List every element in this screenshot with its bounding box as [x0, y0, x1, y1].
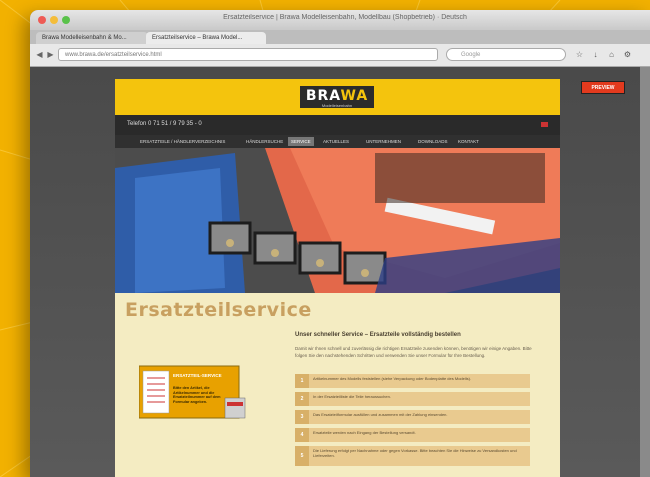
section-heading: Unser schneller Service – Ersatzteile vo… — [295, 332, 461, 338]
step-text: In der Ersatzteilliste die Teile herauss… — [313, 394, 391, 399]
bookmark-icon[interactable]: ☆ — [574, 49, 585, 60]
step-text: Ersatzteile werden nach Eingang der Best… — [313, 430, 416, 435]
nav-item-kontakt[interactable]: KONTAKT — [455, 137, 482, 146]
logo-main: BRA — [305, 88, 341, 104]
language-flag-icon[interactable] — [541, 122, 548, 127]
hero-image — [115, 148, 560, 293]
step-text: Artikelnummer des Modells feststellen (s… — [313, 376, 472, 381]
step-number: 3 — [295, 410, 309, 424]
zoom-window-button[interactable] — [62, 16, 70, 24]
step-row: 4 Ersatzteile werden nach Eingang der Be… — [295, 428, 530, 442]
minimize-window-button[interactable] — [50, 16, 58, 24]
step-number: 1 — [295, 374, 309, 388]
logo-tagline: Modelleisenbahn — [321, 103, 353, 108]
step-number: 4 — [295, 428, 309, 442]
tab-ersatzteilservice[interactable]: Ersatzteilservice – Brawa Model... — [146, 32, 266, 44]
contact-strip: Telefon 0 71 51 / 9 79 35 - 0 — [115, 115, 560, 135]
step-number: 2 — [295, 392, 309, 406]
page-title: Ersatzteilservice — [125, 299, 312, 321]
spare-parts-promo-graphic[interactable]: ERSATZTEIL-SERVICE Bitte den Artikel, di… — [138, 364, 249, 424]
intro-text: Damit wir Ihnen schnell und zuverlässig … — [295, 346, 532, 358]
settings-icon[interactable]: ⚙ — [622, 49, 633, 60]
web-page: BRAWA Modelleisenbahn Telefon 0 71 51 / … — [115, 79, 560, 477]
browser-viewport: BRAWA Modelleisenbahn Telefon 0 71 51 / … — [30, 67, 650, 477]
step-text: Die Lieferung erfolgt per Nachnahme oder… — [313, 448, 517, 458]
logo-wordmark: BRAWA — [300, 88, 374, 104]
window-titlebar: Ersatzteilservice | Brawa Modelleisenbah… — [30, 10, 650, 30]
nav-item-haendlersuche[interactable]: HÄNDLERSUCHE — [243, 137, 286, 146]
search-input[interactable]: Google — [446, 48, 566, 61]
step-row: 5 Die Lieferung erfolgt per Nachnahme od… — [295, 446, 530, 466]
step-row: 3 Das Ersatzteilformular ausfüllen und z… — [295, 410, 530, 424]
preview-button[interactable]: PREVIEW — [581, 81, 625, 94]
address-bar[interactable]: www.brawa.de/ersatzteilservice.html — [58, 48, 438, 61]
forward-arrow-icon[interactable]: ▶ — [45, 49, 56, 60]
vertical-scrollbar[interactable] — [640, 67, 650, 477]
back-arrow-icon[interactable]: ◀ — [34, 49, 45, 60]
phone-number: Telefon 0 71 51 / 9 79 35 - 0 — [127, 121, 202, 127]
promo-text: Bitte den Artikel, die Artikelnummer und… — [173, 386, 221, 404]
step-row: 1 Artikelnummer des Modells feststellen … — [295, 374, 530, 388]
logo-accent: WA — [340, 88, 369, 104]
step-text: Das Ersatzteilformular ausfüllen und zus… — [313, 412, 448, 417]
download-icon[interactable]: ↓ — [590, 49, 601, 60]
browser-toolbar: ◀ ▶ www.brawa.de/ersatzteilservice.html … — [30, 44, 650, 67]
home-icon[interactable]: ⌂ — [606, 49, 617, 60]
nav-item-service[interactable]: SERVICE — [288, 137, 314, 146]
tab-brawa-home[interactable]: Brawa Modelleisenbahn & Mo... — [36, 32, 148, 44]
promo-heading: ERSATZTEIL-SERVICE — [173, 373, 222, 378]
main-navigation: ERSATZTEILE / HÄNDLERVERZEICHNIS HÄNDLER… — [115, 135, 560, 148]
browser-window: Ersatzteilservice | Brawa Modelleisenbah… — [30, 10, 650, 477]
window-title: Ersatzteilservice | Brawa Modelleisenbah… — [223, 14, 467, 21]
nav-item-unternehmen[interactable]: UNTERNEHMEN — [363, 137, 404, 146]
brawa-logo[interactable]: BRAWA Modelleisenbahn — [298, 84, 376, 110]
step-row: 2 In der Ersatzteilliste die Teile herau… — [295, 392, 530, 406]
tab-strip: Brawa Modelleisenbahn & Mo... Ersatzteil… — [30, 30, 650, 44]
nav-item-downloads[interactable]: DOWNLOADS — [415, 137, 451, 146]
site-header: BRAWA Modelleisenbahn — [115, 79, 560, 115]
close-window-button[interactable] — [38, 16, 46, 24]
step-number: 5 — [295, 446, 309, 466]
nav-item-ersatzteile[interactable]: ERSATZTEILE / HÄNDLERVERZEICHNIS — [137, 137, 228, 146]
nav-item-aktuelles[interactable]: AKTUELLES — [320, 137, 352, 146]
